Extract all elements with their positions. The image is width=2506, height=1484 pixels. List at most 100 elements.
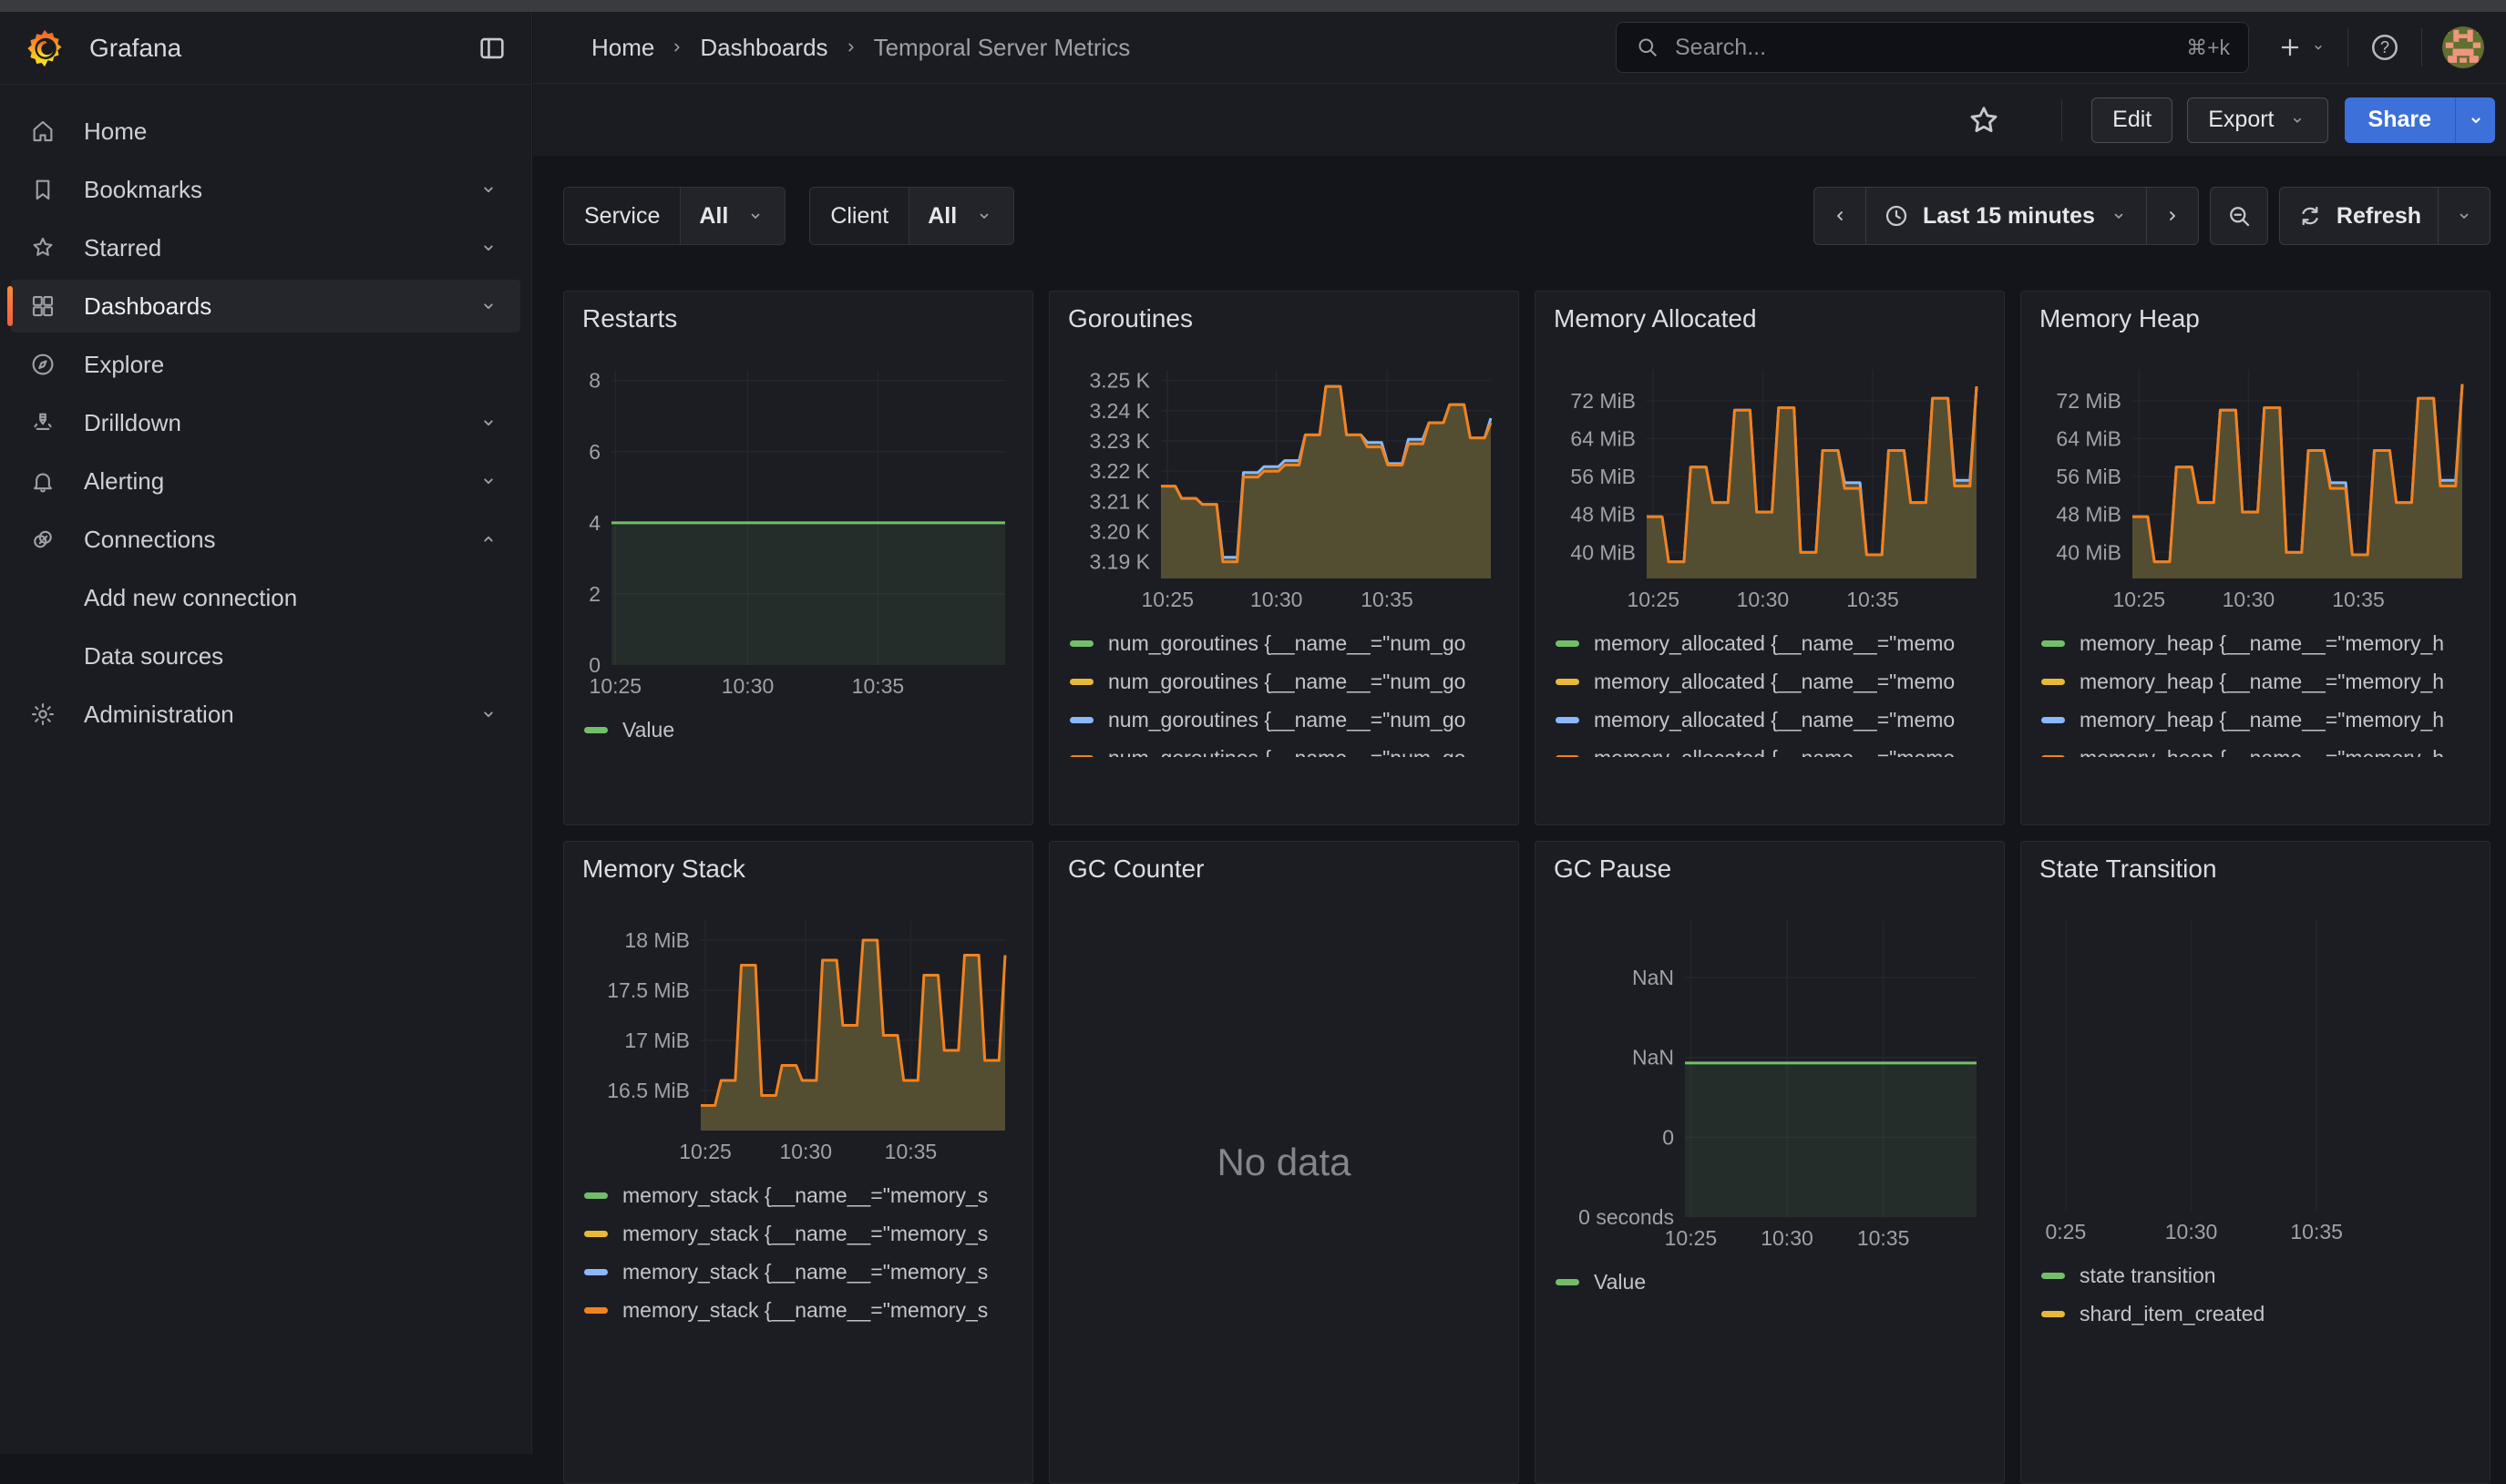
sidebar-item-dashboards[interactable]: Dashboards <box>11 280 520 333</box>
legend-item[interactable]: memory_stack {__name__="memory_s <box>584 1291 1020 1329</box>
legend-item[interactable]: memory_heap {__name__="memory_h <box>2041 701 2477 739</box>
panel-title[interactable]: Memory Heap <box>2039 304 2477 333</box>
breadcrumb-home[interactable]: Home <box>591 34 654 62</box>
memory-stack-chart[interactable]: 10:2510:3010:3516.5 MiB17 MiB17.5 MiB18 … <box>577 915 1022 1171</box>
legend-item[interactable]: memory_stack {__name__="memory_s <box>584 1253 1020 1291</box>
chevron-down-icon <box>477 411 500 435</box>
memory-heap-chart[interactable]: 10:2510:3010:3540 MiB48 MiB56 MiB64 MiB7… <box>2034 364 2479 619</box>
legend-color-marker <box>2041 1273 2065 1279</box>
time-shift-back-button[interactable] <box>1814 188 1865 244</box>
legend-item[interactable]: memory_allocated {__name__="memo <box>1556 739 1991 757</box>
legend-item[interactable]: num_goroutines {__name__="num_go <box>1070 739 1505 757</box>
panel-title[interactable]: State Transition <box>2039 855 2477 884</box>
chevron-down-icon <box>477 469 500 493</box>
service-variable-dropdown[interactable]: Service All <box>563 187 786 245</box>
legend-item[interactable]: memory_stack {__name__="memory_s <box>584 1176 1020 1214</box>
legend-item[interactable]: memory_allocated {__name__="memo <box>1556 624 1991 662</box>
sidebar-item-connections[interactable]: Connections <box>11 513 520 566</box>
share-button[interactable]: Share <box>2345 97 2455 143</box>
panel-title[interactable]: Goroutines <box>1068 304 1505 333</box>
svg-text:16.5 MiB: 16.5 MiB <box>607 1079 690 1102</box>
legend-item[interactable]: memory_stack {__name__="memory_s <box>584 1214 1020 1253</box>
share-split-button: Share <box>2345 97 2495 143</box>
legend-item[interactable]: num_goroutines {__name__="num_go <box>1070 624 1505 662</box>
svg-text:56 MiB: 56 MiB <box>2056 465 2121 488</box>
svg-text:3.24 K: 3.24 K <box>1090 399 1151 423</box>
svg-text:2: 2 <box>589 582 601 606</box>
legend-item[interactable]: shard_item_created <box>2041 1295 2477 1333</box>
client-label: Client <box>810 188 909 244</box>
legend-item[interactable]: num_goroutines {__name__="num_go <box>1070 662 1505 701</box>
svg-text:72 MiB: 72 MiB <box>1570 389 1636 413</box>
time-range-label: Last 15 minutes <box>1923 203 2095 230</box>
chevron-down-icon <box>973 205 995 227</box>
service-value: All <box>699 203 728 230</box>
time-range-picker[interactable]: Last 15 minutes <box>1865 188 2146 244</box>
time-shift-forward-button[interactable] <box>2146 188 2198 244</box>
legend-item[interactable]: Value <box>1556 1263 1991 1301</box>
export-button[interactable]: Export <box>2187 97 2327 143</box>
breadcrumb-dashboards[interactable]: Dashboards <box>700 34 827 62</box>
zoom-out-button[interactable] <box>2211 188 2267 244</box>
compass-icon <box>29 351 56 378</box>
sidebar-item-explore[interactable]: Explore <box>11 338 520 391</box>
legend-item[interactable]: state transition <box>2041 1256 2477 1295</box>
legend-item[interactable]: memory_heap {__name__="memory_h <box>2041 624 2477 662</box>
legend-item[interactable]: num_goroutines {__name__="num_go <box>1070 701 1505 739</box>
favorite-star-button[interactable] <box>1967 103 2001 138</box>
panel-title[interactable]: Restarts <box>582 304 1020 333</box>
sidebar-item-starred[interactable]: Starred <box>11 221 520 274</box>
legend: Value <box>584 711 1020 749</box>
refresh-interval-button[interactable] <box>2438 188 2490 244</box>
state-transition-chart[interactable]: 0:2510:3010:35 <box>2034 915 2479 1251</box>
chevron-up-icon <box>477 527 500 551</box>
legend-color-marker <box>1556 640 1579 647</box>
legend-color-marker <box>584 1269 608 1275</box>
star-outline-icon <box>1967 103 2001 138</box>
sidebar-collapse-icon[interactable] <box>477 33 508 64</box>
legend-color-marker <box>1556 1279 1579 1285</box>
svg-text:10:30: 10:30 <box>1737 588 1790 611</box>
add-menu-button[interactable] <box>2276 34 2327 61</box>
dashboards-grid-icon <box>29 292 56 320</box>
avatar[interactable] <box>2442 26 2484 68</box>
svg-text:40 MiB: 40 MiB <box>2056 540 2121 564</box>
share-menu-button[interactable] <box>2455 97 2495 143</box>
legend-item[interactable]: Value <box>584 711 1020 749</box>
legend: memory_stack {__name__="memory_s memory_… <box>584 1176 1020 1329</box>
legend-item[interactable]: memory_allocated {__name__="memo <box>1556 701 1991 739</box>
refresh-button[interactable]: Refresh <box>2280 188 2438 244</box>
panel-title[interactable]: Memory Allocated <box>1554 304 1991 333</box>
edit-button[interactable]: Edit <box>2091 97 2172 143</box>
panel-title[interactable]: Memory Stack <box>582 855 1020 884</box>
help-button[interactable]: ? <box>2368 31 2401 64</box>
sidebar-item-administration[interactable]: Administration <box>11 688 520 741</box>
search-input[interactable]: Search... ⌘+k <box>1616 22 2249 73</box>
sidebar-item-add-new-connection[interactable]: Add new connection <box>11 571 520 624</box>
clock-icon <box>1883 202 1910 230</box>
chevron-down-icon <box>477 702 500 726</box>
divider <box>2421 28 2422 67</box>
divider <box>2347 28 2348 67</box>
sidebar-item-home[interactable]: Home <box>11 105 520 158</box>
gc-pause-chart[interactable]: 10:2510:3010:350 seconds0NaNNaN <box>1548 915 1993 1257</box>
legend: Value <box>1556 1263 1991 1301</box>
chevron-down-icon <box>477 294 500 318</box>
plus-icon <box>2276 34 2304 61</box>
restarts-chart[interactable]: 10:2510:3010:3502468 <box>577 364 1022 705</box>
goroutines-chart[interactable]: 10:2510:3010:353.19 K3.20 K3.21 K3.22 K3… <box>1063 364 1507 619</box>
sidebar-item-alerting[interactable]: Alerting <box>11 455 520 507</box>
chevron-down-icon <box>477 236 500 260</box>
sidebar-item-drilldown[interactable]: Drilldown <box>11 396 520 449</box>
sidebar-item-bookmarks[interactable]: Bookmarks <box>11 163 520 216</box>
legend-item[interactable]: memory_allocated {__name__="memo <box>1556 662 1991 701</box>
memory-allocated-chart[interactable]: 10:2510:3010:3540 MiB48 MiB56 MiB64 MiB7… <box>1548 364 1993 619</box>
bell-icon <box>29 467 56 495</box>
filter-row: Service All Client All <box>563 187 2491 245</box>
chevron-down-icon <box>745 205 766 227</box>
panel-title[interactable]: GC Pause <box>1554 855 1991 884</box>
sidebar-item-data-sources[interactable]: Data sources <box>11 629 520 682</box>
legend-item[interactable]: memory_heap {__name__="memory_h <box>2041 662 2477 701</box>
legend-item[interactable]: memory_heap {__name__="memory_h <box>2041 739 2477 757</box>
client-variable-dropdown[interactable]: Client All <box>809 187 1014 245</box>
